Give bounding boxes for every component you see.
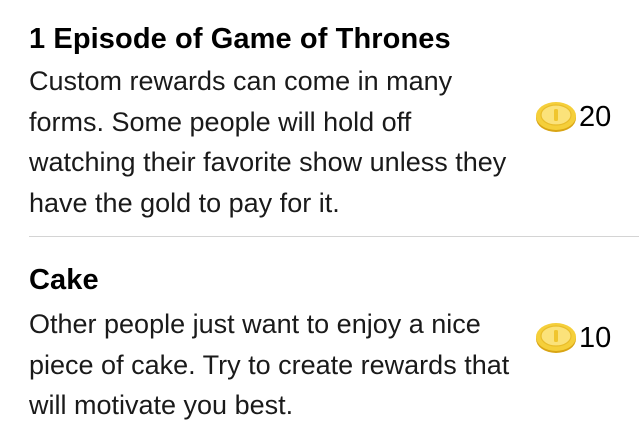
reward-description: Custom rewards can come in many forms. S… [29, 66, 507, 218]
reward-cost-value: 10 [579, 322, 612, 354]
reward-title: Cake [29, 264, 99, 296]
reward-item[interactable]: Cake Other people just want to enjoy a n… [0, 237, 639, 436]
reward-description: Other people just want to enjoy a nice p… [29, 309, 510, 420]
gold-coin-icon [536, 323, 576, 353]
rewards-list: 1 Episode of Game of Thrones Custom rewa… [0, 0, 639, 436]
gold-coin-icon [536, 102, 576, 132]
reward-item[interactable]: 1 Episode of Game of Thrones Custom rewa… [0, 0, 639, 236]
reward-cost[interactable]: 10 [534, 320, 611, 356]
reward-title: 1 Episode of Game of Thrones [29, 23, 451, 55]
reward-cost-value: 20 [579, 101, 612, 133]
reward-cost[interactable]: 20 [534, 99, 611, 135]
